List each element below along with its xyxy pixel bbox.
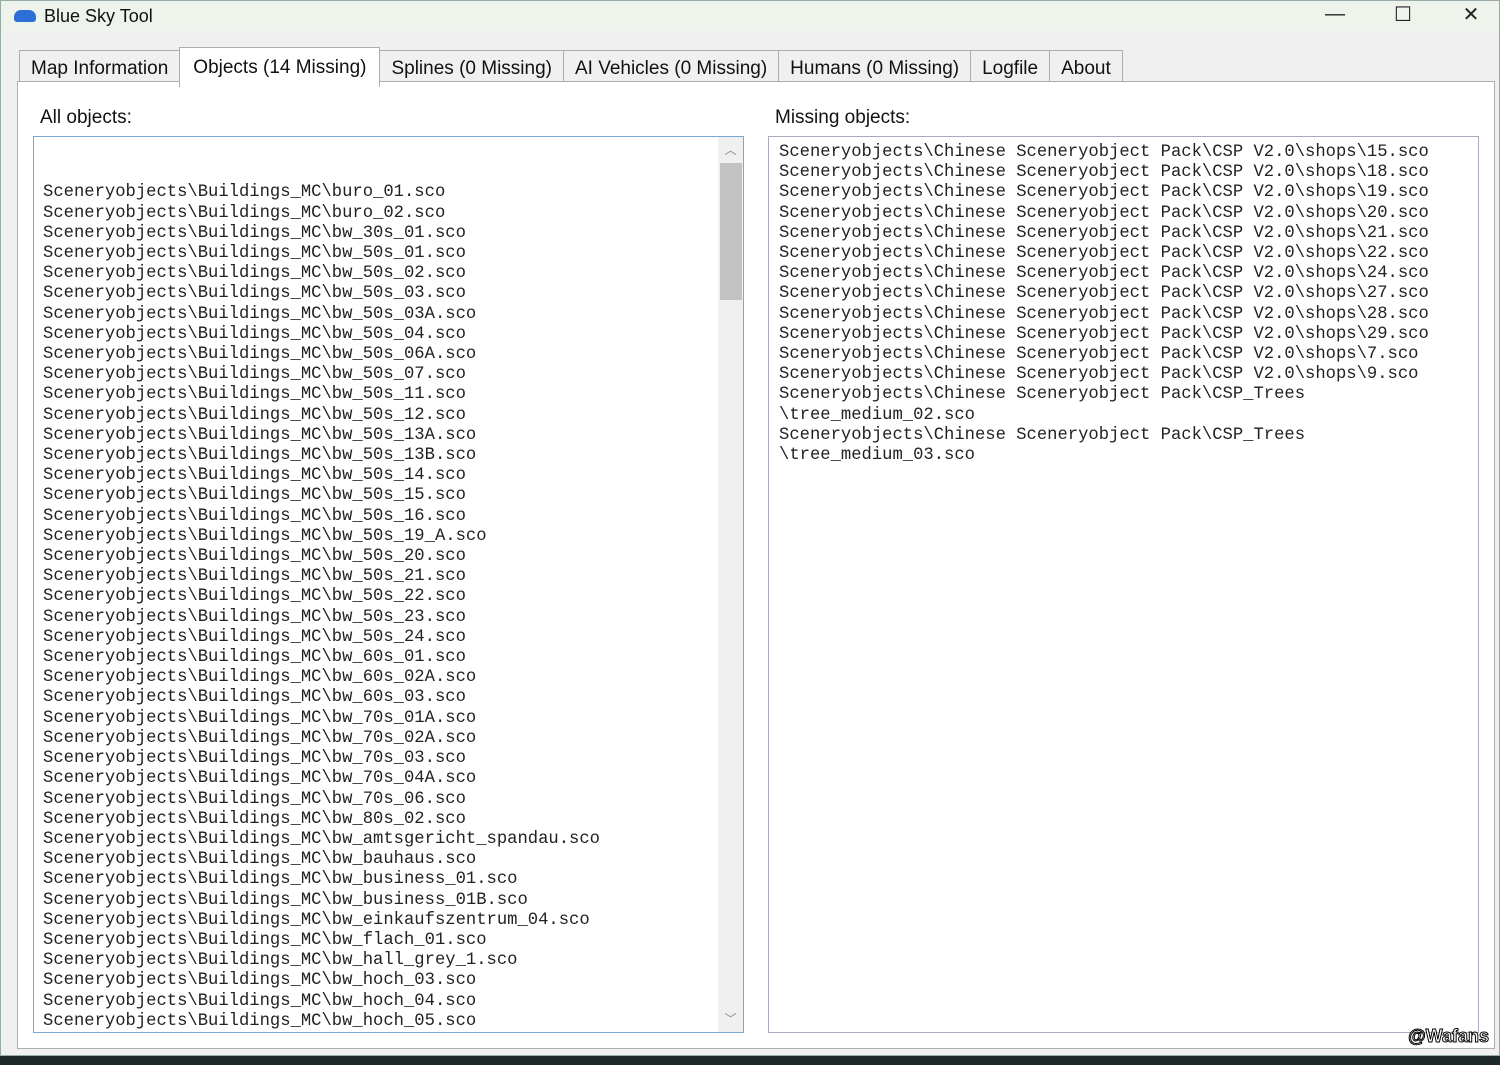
list-item[interactable]: Sceneryobjects\Chinese Sceneryobject Pac… [779,284,1469,304]
list-item[interactable]: Sceneryobjects\Chinese Sceneryobject Pac… [779,143,1469,163]
tab-bar: Map Information Objects (14 Missing) Splin… [19,46,1123,87]
list-item[interactable]: Sceneryobjects\Chinese Sceneryobject Pac… [779,365,1469,385]
list-item[interactable]: Sceneryobjects\Chinese Sceneryobject Pac… [779,224,1469,244]
objects-panel: All objects: Missing objects: Sceneryobj… [17,81,1495,1049]
list-item[interactable]: Sceneryobjects\Buildings_MC\bw_50s_12.sc… [43,406,734,426]
title-bar: Blue Sky Tool — ☐ ✕ [1,1,1499,31]
list-item[interactable]: Sceneryobjects\Buildings_MC\bw_hoch_03.s… [43,971,734,991]
list-item[interactable]: Sceneryobjects\Buildings_MC\bw_60s_03.sc… [43,688,734,708]
scrollbar[interactable]: ︿ ﹀ [718,137,743,1032]
list-item[interactable]: Sceneryobjects\Buildings_MC\bw_50s_20.sc… [43,547,734,567]
cloud-icon [14,10,36,22]
list-item[interactable]: Sceneryobjects\Buildings_MC\bw_50s_16.sc… [43,507,734,527]
missing-objects-label: Missing objects: [775,107,911,128]
list-item[interactable]: Sceneryobjects\Chinese Sceneryobject Pac… [779,183,1469,203]
list-item[interactable]: Sceneryobjects\Buildings_MC\bw_50s_19_A.… [43,527,734,547]
list-item[interactable]: Sceneryobjects\Chinese Sceneryobject Pac… [779,264,1469,284]
list-item[interactable]: Sceneryobjects\Buildings_MC\bw_50s_24.sc… [43,628,734,648]
list-item[interactable]: Sceneryobjects\Buildings_MC\bw_80s_02.sc… [43,810,734,830]
scroll-up-icon[interactable]: ︿ [718,140,743,160]
tab-1[interactable]: Objects (14 Missing) [179,47,381,87]
maximize-button[interactable]: ☐ [1369,1,1437,27]
list-item[interactable]: Sceneryobjects\Chinese Sceneryobject Pac… [779,244,1469,264]
list-item[interactable]: Sceneryobjects\Buildings_MC\bw_30s_01.sc… [43,224,734,244]
all-objects-list[interactable]: Sceneryobjects\Buildings_MC\buro_01.sco S… [33,136,744,1033]
list-item[interactable]: Sceneryobjects\Buildings_MC\bw_50s_21.sc… [43,567,734,587]
list-item[interactable]: Sceneryobjects\Buildings_MC\bw_70s_02A.s… [43,729,734,749]
list-item[interactable]: Sceneryobjects\Chinese Sceneryobject Pac… [779,385,1469,425]
list-item[interactable]: Sceneryobjects\Buildings_MC\bw_50s_13A.s… [43,426,734,446]
list-item[interactable]: Sceneryobjects\Buildings_MC\bw_60s_02A.s… [43,668,734,688]
list-item[interactable]: Sceneryobjects\Buildings_MC\bw_flach_01.… [43,931,734,951]
list-item[interactable]: Sceneryobjects\Buildings_MC\bw_50s_03.sc… [43,284,734,304]
list-item[interactable]: Sceneryobjects\Chinese Sceneryobject Pac… [779,204,1469,224]
all-objects-label: All objects: [40,107,132,128]
list-item[interactable]: Sceneryobjects\Buildings_MC\bw_50s_07.sc… [43,365,734,385]
list-item[interactable]: Sceneryobjects\Buildings_MC\bw_70s_06.sc… [43,790,734,810]
list-item[interactable]: Sceneryobjects\Buildings_MC\bw_50s_03A.s… [43,305,734,325]
scrollbar-thumb[interactable] [720,163,742,300]
watermark: @Wafans [1408,1026,1490,1047]
window-title: Blue Sky Tool [44,5,153,26]
list-item[interactable]: Sceneryobjects\Buildings_MC\bw_50s_04.sc… [43,325,734,345]
list-item[interactable]: Sceneryobjects\Buildings_MC\bw_bauhaus.s… [43,850,734,870]
list-item[interactable]: Sceneryobjects\Buildings_MC\bw_70s_04A.s… [43,769,734,789]
list-item[interactable]: Sceneryobjects\Buildings_MC\bw_einkaufsz… [43,911,734,931]
list-item[interactable]: Sceneryobjects\Chinese Sceneryobject Pac… [779,426,1469,466]
list-item[interactable]: Sceneryobjects\Buildings_MC\bw_50s_14.sc… [43,466,734,486]
app-window: Blue Sky Tool — ☐ ✕ Map Information Objec… [0,0,1500,1056]
list-item[interactable]: Sceneryobjects\Buildings_MC\bw_hoch_06.s… [43,1032,734,1033]
list-item[interactable]: Sceneryobjects\Buildings_MC\bw_50s_13B.s… [43,446,734,466]
list-item[interactable]: Sceneryobjects\Buildings_MC\bw_50s_22.sc… [43,587,734,607]
list-item[interactable]: Sceneryobjects\Buildings_MC\buro_02.sco [43,204,734,224]
missing-objects-list[interactable]: Sceneryobjects\Chinese Sceneryobject Pac… [768,136,1479,1033]
list-item[interactable]: Sceneryobjects\Chinese Sceneryobject Pac… [779,325,1469,345]
list-item[interactable]: Sceneryobjects\Buildings_MC\bw_50s_23.sc… [43,608,734,628]
list-item[interactable]: Sceneryobjects\Chinese Sceneryobject Pac… [779,163,1469,183]
minimize-button[interactable]: — [1301,1,1369,27]
list-item[interactable]: Sceneryobjects\Buildings_MC\buro_01.sco [43,183,734,203]
list-item[interactable]: Sceneryobjects\Buildings_MC\bw_70s_03.sc… [43,749,734,769]
list-item[interactable]: Sceneryobjects\Buildings_MC\bw_amtsgeric… [43,830,734,850]
list-item[interactable]: Sceneryobjects\Buildings_MC\bw_hoch_04.s… [43,992,734,1012]
list-item[interactable]: Sceneryobjects\Buildings_MC\bw_50s_01.sc… [43,244,734,264]
list-item[interactable]: Sceneryobjects\Buildings_MC\bw_50s_15.sc… [43,486,734,506]
list-item[interactable]: Sceneryobjects\Buildings_MC\bw_70s_01A.s… [43,709,734,729]
list-item[interactable]: Sceneryobjects\Buildings_MC\bw_hall_grey… [43,951,734,971]
close-button[interactable]: ✕ [1437,1,1500,27]
list-item[interactable]: Sceneryobjects\Buildings_MC\bw_business_… [43,870,734,890]
list-item[interactable]: Sceneryobjects\Chinese Sceneryobject Pac… [779,305,1469,325]
scroll-down-icon[interactable]: ﹀ [718,1009,743,1029]
list-item[interactable]: Sceneryobjects\Buildings_MC\bw_50s_02.sc… [43,264,734,284]
list-item[interactable]: Sceneryobjects\Buildings_MC\bw_50s_06A.s… [43,345,734,365]
list-item[interactable]: Sceneryobjects\Buildings_MC\bw_50s_11.sc… [43,385,734,405]
list-item[interactable]: Sceneryobjects\Buildings_MC\bw_60s_01.sc… [43,648,734,668]
list-item[interactable]: Sceneryobjects\Buildings_MC\bw_hoch_05.s… [43,1012,734,1032]
list-item[interactable]: Sceneryobjects\Chinese Sceneryobject Pac… [779,345,1469,365]
list-item[interactable]: Sceneryobjects\Buildings_MC\bw_business_… [43,891,734,911]
